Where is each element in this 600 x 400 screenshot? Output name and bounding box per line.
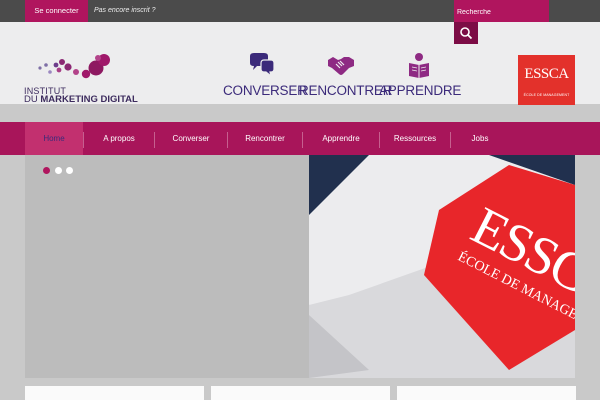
nav-item-rencontrer[interactable]: Rencontrer [228, 122, 302, 155]
logo-dots-icon [38, 54, 110, 79]
feature-rencontrer[interactable]: RENCONTRER [299, 50, 393, 100]
essca-logo-name: ESSCA [524, 66, 569, 82]
reading-person-icon [408, 53, 429, 78]
feature-label: APPRENDRE [379, 83, 462, 98]
slider-dot-3[interactable] [66, 167, 73, 174]
logo-line-2: DU MARKETING DIGITAL [24, 94, 138, 105]
essca-sign-image: ESSCA ÉCOLE DE MANAGEMENT [309, 155, 575, 378]
content-card[interactable] [397, 386, 576, 400]
nav-item-converser[interactable]: Converser [155, 122, 227, 155]
handshake-icon [328, 57, 354, 75]
logo-line-2-prefix: DU [24, 94, 41, 105]
feature-apprendre[interactable]: APPRENDRE [379, 50, 462, 100]
site-header: INSTITUT DU MARKETING DIGITAL CONVERSER … [0, 22, 600, 105]
content-card[interactable] [25, 386, 204, 400]
signup-link[interactable]: Pas encore inscrit ? [94, 0, 155, 22]
feature-label: CONVERSER [223, 83, 307, 98]
site-logo[interactable]: INSTITUT DU MARKETING DIGITAL [24, 52, 154, 105]
nav-item-jobs[interactable]: Jobs [451, 122, 509, 155]
search-button[interactable] [454, 22, 478, 44]
search-icon [460, 27, 473, 40]
nav-item-apprendre[interactable]: Apprendre [303, 122, 379, 155]
chat-bubbles-icon [250, 53, 275, 78]
search-input[interactable] [454, 0, 549, 22]
nav-item-ressources[interactable]: Ressources [380, 122, 450, 155]
search-box [454, 0, 549, 22]
nav-item-a-propos[interactable]: A propos [84, 122, 154, 155]
feature-label: RENCONTRER [299, 83, 393, 98]
hero-image: ESSCA ÉCOLE DE MANAGEMENT [309, 155, 575, 378]
main-nav: Home A propos Converser Rencontrer Appre… [0, 122, 600, 155]
essca-logo[interactable]: ESSCA ÉCOLE DE MANAGEMENT [518, 55, 575, 105]
login-button[interactable]: Se connecter [25, 0, 88, 22]
essca-logo-subtitle: ÉCOLE DE MANAGEMENT [523, 93, 570, 97]
feature-converser[interactable]: CONVERSER [223, 50, 307, 100]
slider-dot-2[interactable] [55, 167, 62, 174]
nav-item-home[interactable]: Home [25, 122, 83, 155]
logo-line-2-bold: MARKETING DIGITAL [40, 94, 138, 105]
content-card[interactable] [211, 386, 390, 400]
slider-dot-1[interactable] [43, 167, 50, 174]
top-bar: Se connecter Pas encore inscrit ? [0, 0, 600, 22]
